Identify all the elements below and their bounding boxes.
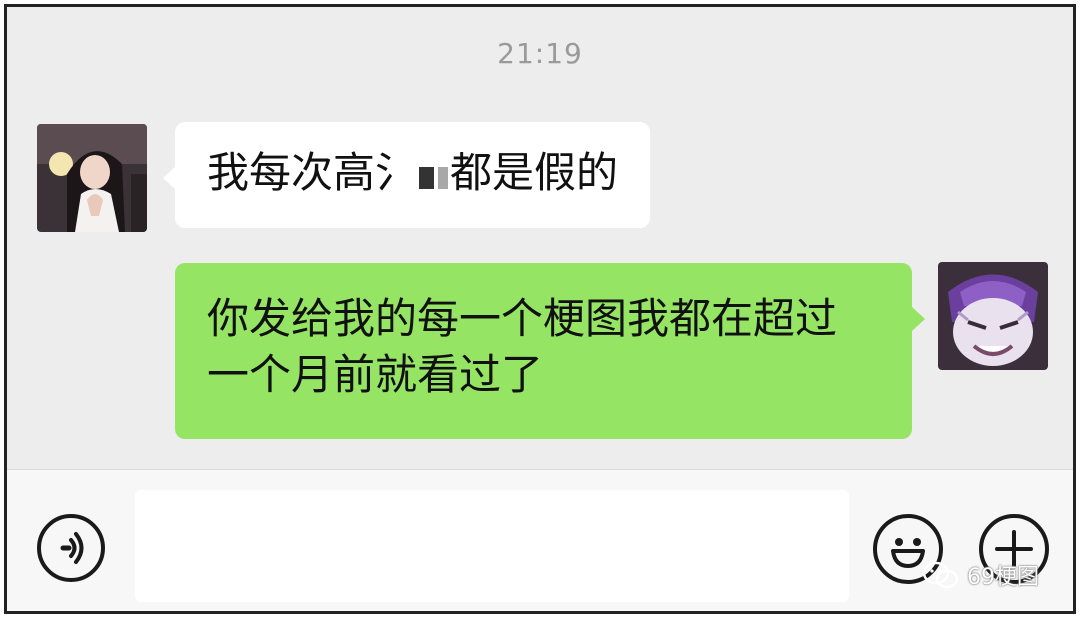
watermark-text: 69梗图 [967,565,1039,590]
wechat-icon [922,561,959,589]
outgoing-message-bubble[interactable]: 你发给我的每一个梗图我都在超过 一个月前就看过了 [175,263,925,439]
input-toolbar: 69梗图 [7,469,1073,611]
message-text-part: 都是假的 [450,148,619,197]
contact-avatar[interactable] [37,124,147,232]
message-text-line: 一个月前就看过了 [207,350,544,399]
chat-screen: 21:19 我每次高氵 都是假的 你发给我的每一个梗图我都在超过 一个月前就看过了 [4,4,1076,614]
message-text-line: 你发给我的每一个梗图我都在超过 [207,294,838,343]
voice-icon [60,532,84,564]
message-text-part: 我每次高 [207,148,376,197]
voice-button[interactable] [37,514,105,582]
message-list: 21:19 我每次高氵 都是假的 你发给我的每一个梗图我都在超过 一个月前就看过了 [7,7,1073,469]
censor-block [438,167,449,189]
message-text-part: 氵 [375,148,418,197]
message-timestamp: 21:19 [497,37,583,70]
message-input[interactable] [135,490,849,602]
incoming-message-bubble[interactable]: 我每次高氵 都是假的 [163,122,650,228]
self-avatar[interactable] [938,262,1048,370]
watermark: 69梗图 [921,558,1039,592]
censor-block [419,167,435,189]
